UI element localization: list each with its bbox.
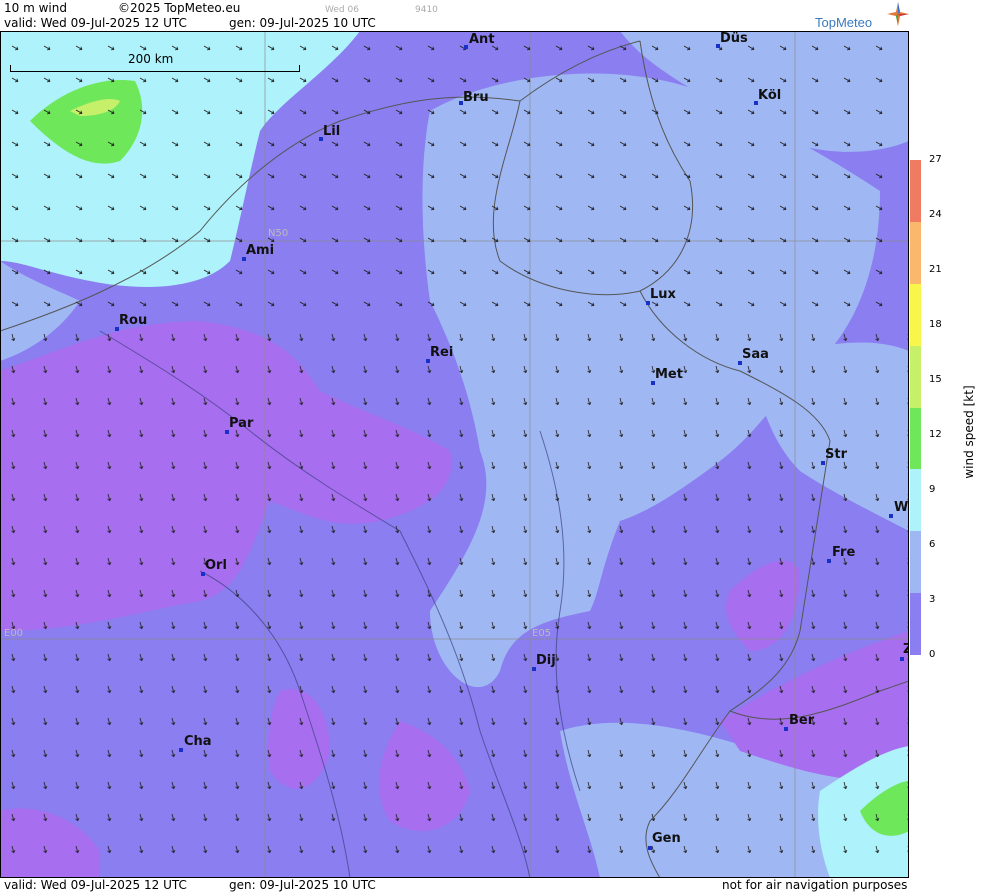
legend-title: wind speed [kt] [962, 385, 976, 479]
compass-star-icon [887, 2, 909, 32]
legend-color-segment [910, 283, 921, 346]
legend-tick-label: 15 [929, 374, 942, 385]
code-tag: 9410 [415, 5, 438, 15]
legend-tick-label: 21 [929, 264, 942, 275]
legend-color-segment [910, 593, 921, 655]
legend-tick-label: 24 [929, 209, 942, 220]
legend-tick-label: 3 [929, 594, 936, 605]
generated-time-footer: gen: 09-Jul-2025 10 UTC [229, 878, 376, 892]
legend-tick-label: 9 [929, 484, 936, 495]
valid-time-header: valid: Wed 09-Jul-2025 12 UTC [4, 16, 187, 30]
legend-color-segment [910, 407, 921, 470]
legend-color-segment [910, 469, 921, 532]
field-title: 10 m wind [4, 1, 67, 15]
disclaimer: not for air navigation purposes [722, 878, 908, 892]
map-frame [0, 31, 909, 878]
wind-speed-legend [910, 160, 924, 655]
legend-tick-label: 0 [929, 649, 936, 660]
day-tag: Wed 06 [325, 5, 359, 15]
legend-tick-label: 12 [929, 429, 942, 440]
legend-tick-label: 18 [929, 319, 942, 330]
legend-tick-label: 6 [929, 539, 936, 550]
legend-color-segment [910, 221, 921, 284]
generated-time-header: gen: 09-Jul-2025 10 UTC [229, 16, 376, 30]
logo-text: TopMeteo [815, 15, 873, 30]
copyright: ©2025 TopMeteo.eu [118, 1, 241, 15]
legend-color-segment [910, 345, 921, 408]
legend-tick-label: 27 [929, 154, 942, 165]
legend-color-segment [910, 160, 921, 222]
legend-color-segment [910, 531, 921, 594]
valid-time-footer: valid: Wed 09-Jul-2025 12 UTC [4, 878, 187, 892]
topmeteo-logo[interactable]: TopMeteo [815, 2, 909, 30]
